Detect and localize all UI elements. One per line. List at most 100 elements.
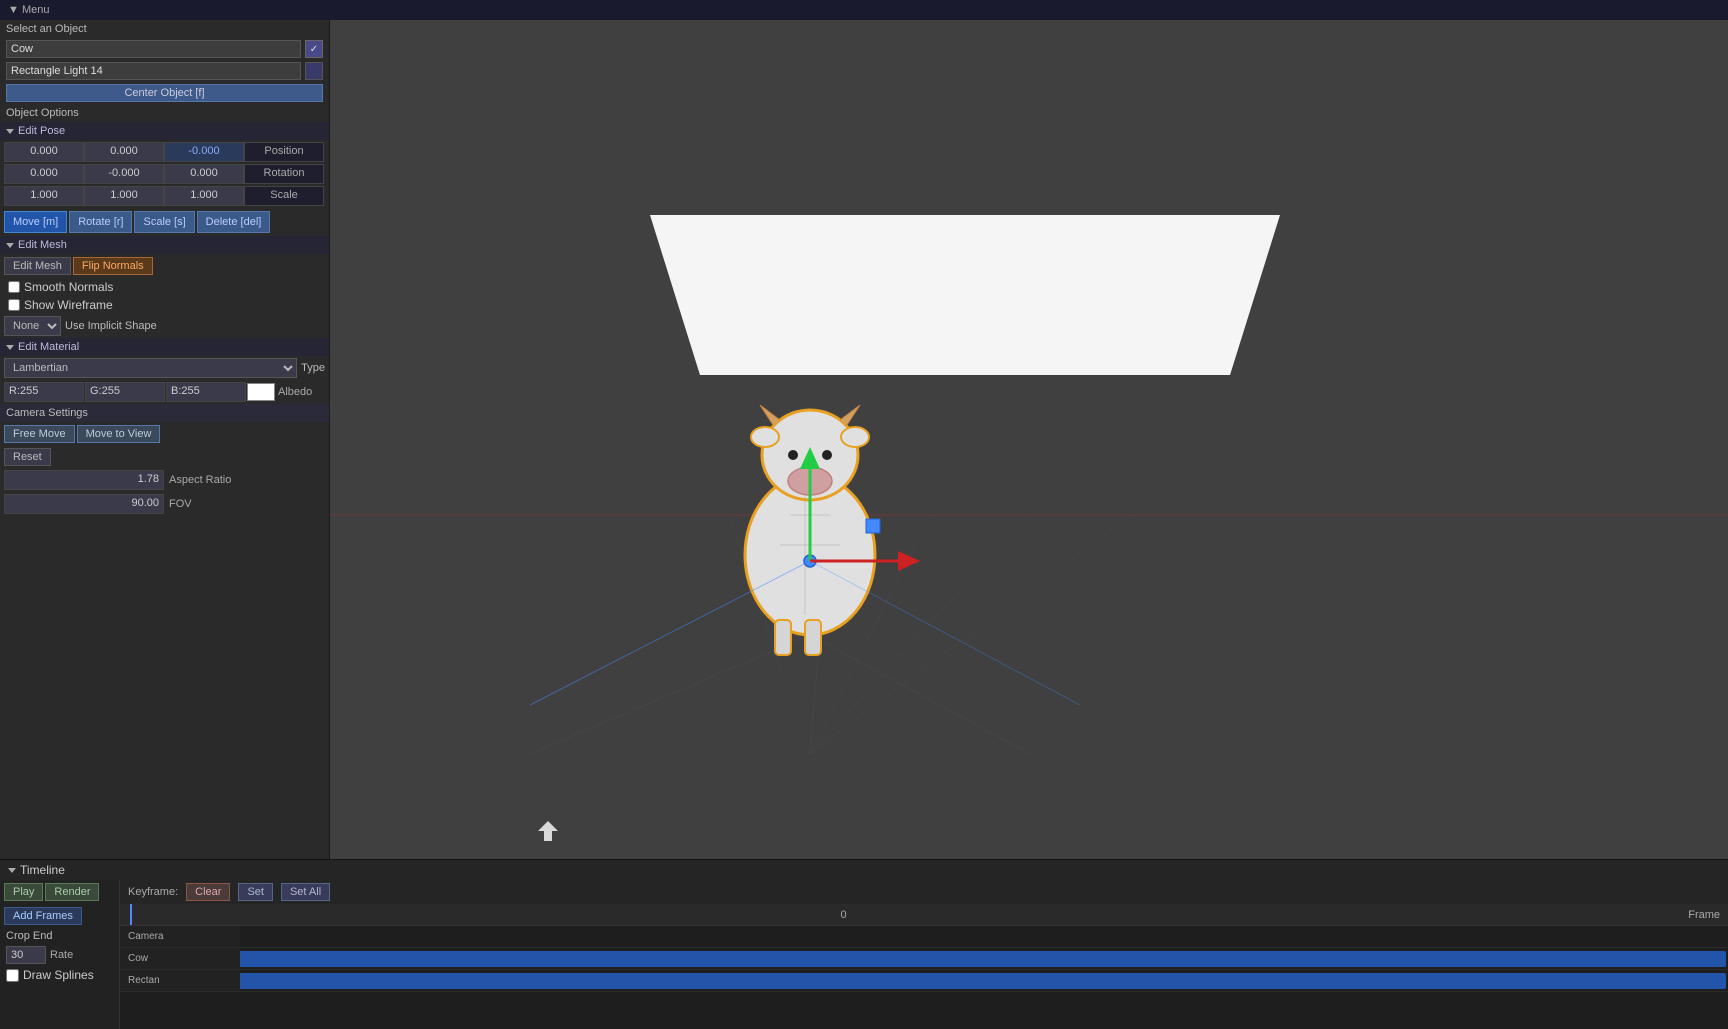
object-cow-input[interactable] (6, 40, 301, 58)
fov-label: FOV (165, 494, 325, 514)
rot-x-val[interactable]: 0.000 (4, 164, 84, 184)
scale-btn[interactable]: Scale [s] (134, 211, 194, 233)
pos-z-val[interactable]: -0.000 (164, 142, 244, 162)
move-btn[interactable]: Move [m] (4, 211, 67, 233)
viewport[interactable] (330, 20, 1728, 859)
cow-track-bar (130, 951, 1726, 967)
edit-mesh-btn[interactable]: Edit Mesh (4, 257, 71, 275)
rot-y-val[interactable]: -0.000 (84, 164, 164, 184)
set-btn[interactable]: Set (238, 883, 273, 901)
delete-btn[interactable]: Delete [del] (197, 211, 271, 233)
scale-x-val[interactable]: 1.000 (4, 186, 84, 206)
select-object-label: Select an Object (0, 20, 329, 38)
object-rect-row (0, 60, 329, 82)
aspect-ratio-value[interactable]: 1.78 (4, 470, 164, 490)
show-wireframe-row: Show Wireframe (0, 296, 329, 314)
rate-label: Rate (50, 949, 73, 961)
type-label: Type (301, 362, 325, 374)
timeline: Timeline Play Render Add Frames Crop End… (0, 859, 1728, 1029)
menu-bar[interactable]: ▼ Menu (0, 0, 1728, 20)
edit-mesh-triangle (6, 243, 14, 248)
show-wireframe-checkbox[interactable] (8, 299, 20, 311)
free-move-btn[interactable]: Free Move (4, 425, 75, 443)
scale-y-val[interactable]: 1.000 (84, 186, 164, 206)
track-name-cow: Cow (120, 948, 240, 970)
color-swatch[interactable] (247, 383, 275, 401)
use-implicit-label: Use Implicit Shape (65, 320, 157, 332)
object-options-header: Object Options (0, 104, 329, 122)
draw-splines-label: Draw Splines (23, 968, 94, 982)
edit-material-label: Edit Material (18, 341, 79, 353)
position-row: 0.000 0.000 -0.000 Position (4, 142, 325, 162)
edit-mesh-header[interactable]: Edit Mesh (0, 236, 329, 254)
smooth-normals-row: Smooth Normals (0, 278, 329, 296)
clear-btn[interactable]: Clear (186, 883, 230, 901)
playhead[interactable] (130, 904, 132, 925)
rect-track-bar (130, 973, 1726, 989)
track-camera (120, 926, 1728, 948)
implicit-shape-dropdown[interactable]: None (4, 316, 61, 336)
set-all-btn[interactable]: Set All (281, 883, 330, 901)
action-buttons: Move [m] Rotate [r] Scale [s] Delete [de… (0, 208, 329, 236)
rot-z-val[interactable]: 0.000 (164, 164, 244, 184)
timeline-header[interactable]: Timeline (0, 860, 1728, 880)
smooth-normals-label: Smooth Normals (24, 280, 113, 294)
pos-x-val[interactable]: 0.000 (4, 142, 84, 162)
smooth-normals-checkbox[interactable] (8, 281, 20, 293)
timeline-tracks[interactable]: Camera Cow Rectan (120, 926, 1728, 1029)
reset-btn[interactable]: Reset (4, 448, 51, 466)
timeline-left-panel: Play Render Add Frames Crop End Rate Dra… (0, 880, 120, 1029)
edit-pose-label: Edit Pose (18, 125, 65, 137)
g-value[interactable]: G:255 (85, 382, 165, 402)
track-cow (120, 948, 1728, 970)
edit-pose-header[interactable]: Edit Pose (0, 122, 329, 140)
timeline-body: Play Render Add Frames Crop End Rate Dra… (0, 880, 1728, 1029)
timeline-collapse-icon (8, 868, 16, 873)
rect-light-shape (650, 215, 1280, 375)
camera-settings-header: Camera Settings (0, 404, 329, 422)
timeline-label: Timeline (20, 863, 65, 877)
edit-material-triangle (6, 345, 14, 350)
draw-splines-checkbox[interactable] (6, 969, 19, 982)
move-to-view-btn[interactable]: Move to View (77, 425, 161, 443)
track-names-overlay: Camera Cow Rectan (120, 926, 240, 992)
rate-input[interactable] (6, 946, 46, 964)
crop-end-label[interactable]: Crop End (0, 928, 119, 944)
scale-label: Scale (244, 186, 324, 206)
show-wireframe-label: Show Wireframe (24, 298, 113, 312)
scale-z-val[interactable]: 1.000 (164, 186, 244, 206)
fov-value[interactable]: 90.00 (4, 494, 164, 514)
edit-material-header[interactable]: Edit Material (0, 338, 329, 356)
rect-track-bar-container (120, 970, 1728, 991)
track-rectangle (120, 970, 1728, 992)
add-frames-row: Add Frames (0, 904, 119, 928)
render-btn[interactable]: Render (45, 883, 99, 901)
object-cow-row: ✓ (0, 38, 329, 60)
add-frames-btn[interactable]: Add Frames (4, 907, 82, 925)
cow-checkmark-btn[interactable]: ✓ (305, 40, 323, 58)
rotation-label: Rotation (244, 164, 324, 184)
timeline-ruler[interactable]: 0 Frame (120, 904, 1728, 926)
b-value[interactable]: B:255 (166, 382, 246, 402)
pos-y-val[interactable]: 0.000 (84, 142, 164, 162)
edit-mesh-label: Edit Mesh (18, 239, 67, 251)
material-type-dropdown[interactable]: Lambertian (4, 358, 297, 378)
frame-label: Frame (1688, 909, 1720, 921)
menu-label[interactable]: ▼ Menu (8, 4, 49, 16)
r-value[interactable]: R:255 (4, 382, 84, 402)
rotate-btn[interactable]: Rotate [r] (69, 211, 132, 233)
albedo-label: Albedo (278, 386, 330, 398)
rect-light-indicator (305, 62, 323, 80)
rotation-row: 0.000 -0.000 0.000 Rotation (4, 164, 325, 184)
object-rect-input[interactable] (6, 62, 301, 80)
frame-number: 0 (841, 909, 847, 921)
rate-row: Rate (0, 944, 119, 966)
center-object-btn[interactable]: Center Object [f] (6, 84, 323, 102)
flip-normals-btn[interactable]: Flip Normals (73, 257, 153, 275)
color-values-row: R:255 G:255 B:255 Albedo (0, 380, 329, 404)
playback-controls: Play Render (0, 880, 119, 904)
position-label: Position (244, 142, 324, 162)
play-btn[interactable]: Play (4, 883, 43, 901)
material-type-row: Lambertian Type (0, 356, 329, 380)
viewport-svg (330, 20, 1728, 859)
